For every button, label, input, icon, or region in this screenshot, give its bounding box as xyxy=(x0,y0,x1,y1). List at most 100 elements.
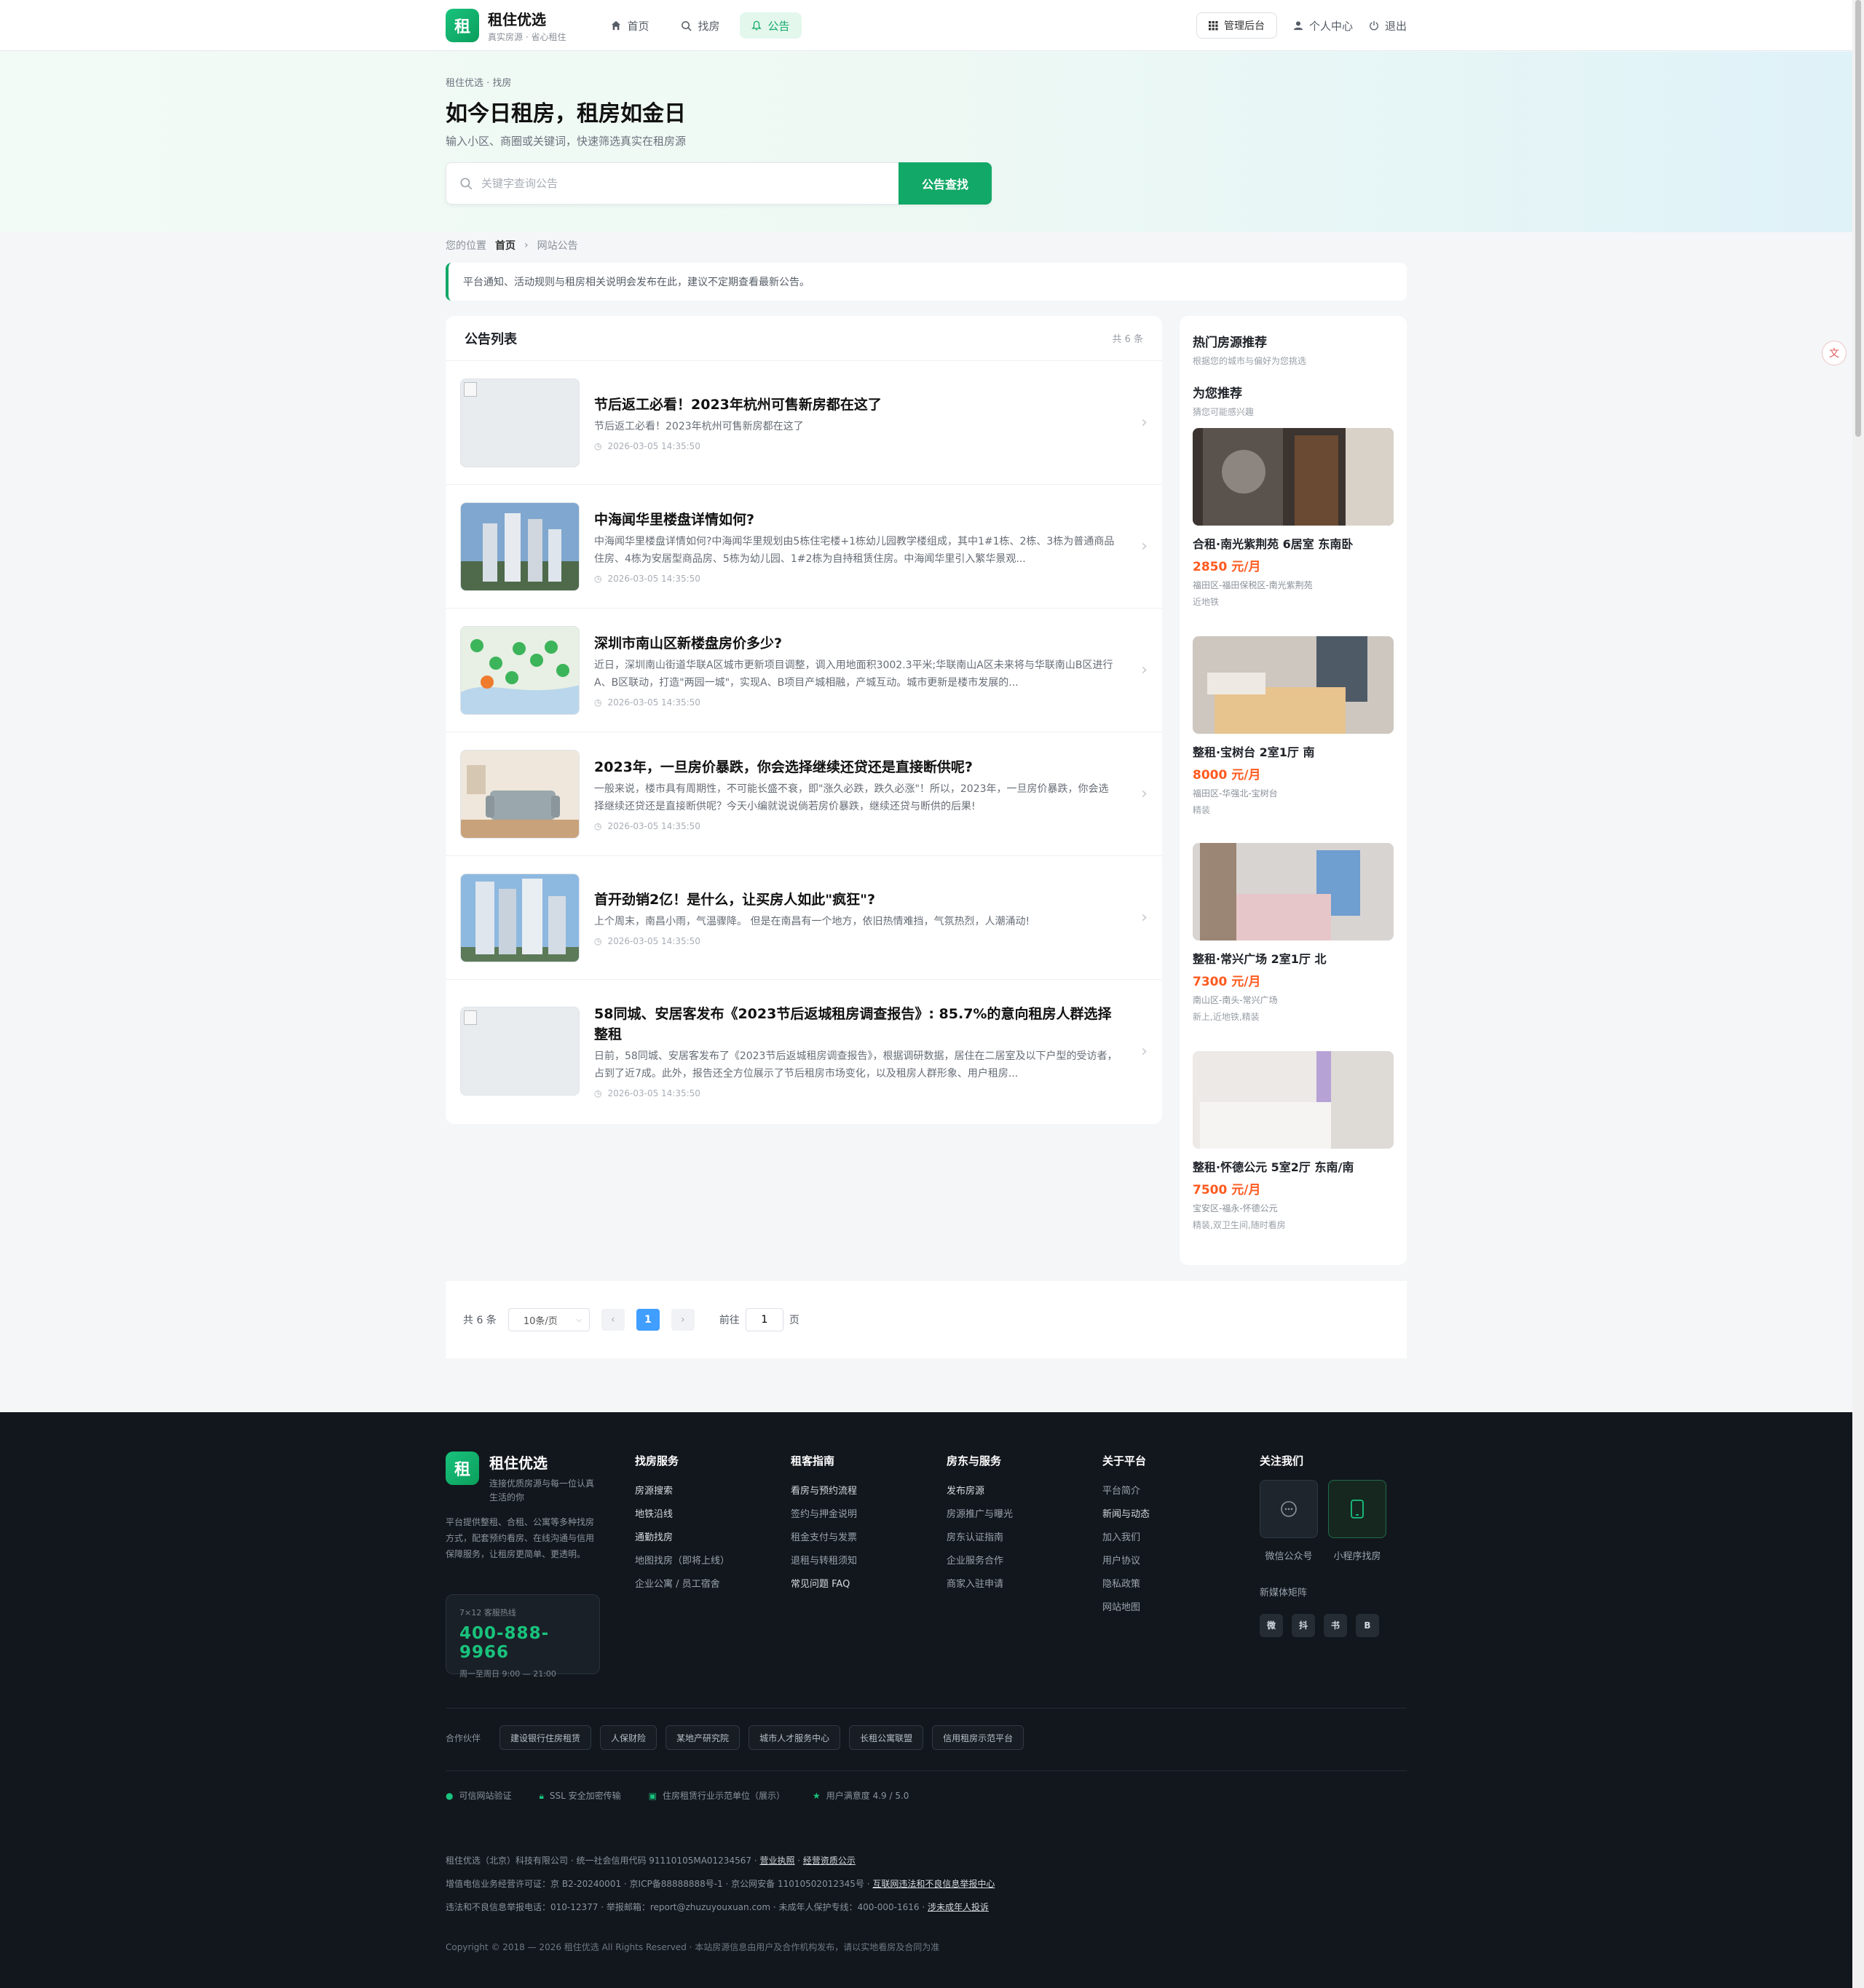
footer-link[interactable]: 看房与预约流程 xyxy=(791,1480,857,1503)
house-tags: 近地铁 xyxy=(1193,597,1220,607)
list-item[interactable]: 首开劲销2亿！是什么，让买房人如此"疯狂"? 上个周末，南昌小雨，气温骤降。 但… xyxy=(446,856,1162,980)
bell-icon xyxy=(751,20,762,30)
page-1-button[interactable]: 1 xyxy=(636,1309,660,1331)
news-time: ◷ 2026-03-05 14:35:50 xyxy=(594,697,1118,708)
building-photo-thumbnail xyxy=(460,502,580,591)
footer-link[interactable]: 网站地图 xyxy=(1102,1596,1150,1620)
qr-label: 小程序找房 xyxy=(1333,1551,1381,1562)
partner-chip[interactable]: 人保财险 xyxy=(600,1725,657,1750)
footer-link[interactable]: 房东认证指南 xyxy=(947,1526,1013,1550)
news-title: 中海闻华里楼盘详情如何? xyxy=(594,511,755,528)
trust-badges: ● 可信网站验证 🔒︎ SSL 安全加密传输 ▣ 住房租赁行业示范单位（展示） ★ 用户… xyxy=(446,1789,909,1802)
nav-find[interactable]: 找房 xyxy=(669,12,731,39)
next-page-button[interactable]: › xyxy=(671,1309,695,1331)
badge-text: 可信网站验证 xyxy=(459,1791,512,1801)
footer-link[interactable]: 用户协议 xyxy=(1102,1550,1150,1573)
footer-link[interactable]: 通勤找房 xyxy=(635,1526,730,1550)
footer-intro: 平台提供整租、合租、公寓等多种找房方式，配套预约看房、在线沟通与信用保障服务，让… xyxy=(446,1517,595,1559)
footer-link[interactable]: 平台简介 xyxy=(1102,1480,1150,1503)
hotline-number[interactable]: 400-888-9966 xyxy=(459,1624,586,1662)
list-item[interactable]: 深圳市南山区新楼盘房价多少? 近日，深圳南山街道华联A区城市更新项目调整，调入用… xyxy=(446,609,1162,732)
brand[interactable]: 租住优选 真实房源 · 省心租住 xyxy=(488,8,566,43)
translate-icon[interactable]: 文 xyxy=(1822,341,1847,365)
partner-chip[interactable]: 城市人才服务中心 xyxy=(749,1725,841,1750)
admin-button[interactable]: 管理后台 xyxy=(1196,12,1277,39)
miniprogram-qr[interactable]: 小程序找房 xyxy=(1328,1480,1386,1569)
license-link[interactable]: 营业执照 xyxy=(759,1856,794,1866)
search-field[interactable] xyxy=(446,162,899,205)
footer-link[interactable]: 签约与押金说明 xyxy=(791,1503,857,1526)
wechat-qr[interactable]: 微信公众号 xyxy=(1260,1480,1318,1569)
footer-link[interactable]: 地铁沿线 xyxy=(635,1503,730,1526)
footer-link[interactable]: 租金支付与发票 xyxy=(791,1526,857,1550)
search-input[interactable] xyxy=(481,177,860,190)
footer-link[interactable]: 企业公寓 / 员工宿舍 xyxy=(635,1573,730,1596)
lock-icon: 🔒︎ xyxy=(539,1791,544,1801)
house-card[interactable]: 整租·常兴广场 2室1厅 北 7300 元/月 南山区-南头-常兴广场 新上,近… xyxy=(1193,843,1394,1023)
house-price: 7300 元/月 xyxy=(1193,975,1261,989)
house-card[interactable]: 合租·南光紫荆苑 6居室 东南卧 2850 元/月 福田区-福田保税区-南光紫荆… xyxy=(1193,428,1394,608)
footer-link[interactable]: 企业服务合作 xyxy=(947,1550,1013,1573)
footer-link[interactable]: 地图找房（即将上线） xyxy=(635,1550,730,1573)
qualification-link[interactable]: 经营资质公示 xyxy=(803,1856,856,1866)
footer: 租 租住优选 连接优质房源与每一位认真生活的你 平台提供整租、合租、公寓等多种找… xyxy=(0,1412,1852,1988)
house-price: 2850 元/月 xyxy=(1193,560,1261,574)
announcement-list: 公告列表 共 6 条 节后返工必看！2023年杭州可售新房都在这了 节后返工必看… xyxy=(446,316,1162,1124)
weibo-icon[interactable]: 微 xyxy=(1260,1614,1283,1637)
bilibili-icon[interactable]: B xyxy=(1356,1614,1379,1637)
report-center-link[interactable]: 互联网违法和不良信息举报中心 xyxy=(872,1879,995,1889)
partner-chip[interactable]: 长租公寓联盟 xyxy=(849,1725,924,1750)
map-thumbnail xyxy=(460,625,580,715)
partner-chip[interactable]: 某地产研究院 xyxy=(666,1725,741,1750)
footer-link[interactable]: 退租与转租须知 xyxy=(791,1550,857,1573)
footer-link[interactable]: 加入我们 xyxy=(1102,1526,1150,1550)
footer-logo[interactable]: 租 租住优选 连接优质房源与每一位认真生活的你 xyxy=(446,1452,599,1505)
list-item[interactable]: 2023年，一旦房价暴跌，你会选择继续还贷还是直接断供呢? 一般来说，楼市具有周… xyxy=(446,732,1162,856)
xiaohongshu-icon[interactable]: 书 xyxy=(1324,1614,1347,1637)
partner-chip[interactable]: 建设银行住房租赁 xyxy=(499,1725,592,1750)
footer-link[interactable]: 房源搜索 xyxy=(635,1480,730,1503)
partner-chip[interactable]: 信用租房示范平台 xyxy=(932,1725,1024,1750)
broken-image-thumbnail xyxy=(460,378,580,467)
search-icon xyxy=(682,20,692,31)
footer-link[interactable]: 发布房源 xyxy=(947,1480,1013,1503)
douyin-icon[interactable]: 抖 xyxy=(1292,1614,1315,1637)
page-size-select[interactable]: 10条/页 ⌵ xyxy=(508,1308,590,1331)
goto-input[interactable] xyxy=(745,1308,783,1331)
minor-complaint-link[interactable]: 涉未成年人投诉 xyxy=(928,1902,989,1912)
badge-text: 住房租赁行业示范单位（展示） xyxy=(662,1791,785,1801)
nav-announcement[interactable]: 公告 xyxy=(740,12,802,39)
breadcrumb-home[interactable]: 首页 xyxy=(495,238,516,253)
nav-find-label: 找房 xyxy=(698,19,720,33)
house-card[interactable]: 整租·宝树台 2室1厅 南 8000 元/月 福田区-华强北-宝树台 精装 xyxy=(1193,636,1394,816)
nav-home[interactable]: 首页 xyxy=(599,12,660,39)
house-tags: 精装 xyxy=(1193,805,1211,815)
news-title: 节后返工必看！2023年杭州可售新房都在这了 xyxy=(594,396,882,413)
list-item[interactable]: 节后返工必看！2023年杭州可售新房都在这了 节后返工必看！2023年杭州可售新… xyxy=(446,361,1162,485)
house-card[interactable]: 整租·怀德公元 5室2厅 东南/南 7500 元/月 宝安区-福永-怀德公元 精… xyxy=(1193,1051,1394,1231)
list-item[interactable]: 中海闻华里楼盘详情如何? 中海闻华里楼盘详情如何?中海闻华里规划由5栋住宅楼+1… xyxy=(446,485,1162,609)
medal-icon: ▣ xyxy=(648,1791,657,1801)
search-button[interactable]: 公告查找 xyxy=(899,162,992,205)
prev-page-button[interactable]: ‹ xyxy=(601,1309,625,1331)
page-size-value: 10条/页 xyxy=(523,1315,558,1327)
footer-link[interactable]: 新闻与动态 xyxy=(1102,1503,1150,1526)
list-item[interactable]: 58同城、安居客发布《2023节后返城租房调查报告》: 85.7%的意向租房人群… xyxy=(446,980,1162,1122)
profile-link[interactable]: 个人中心 xyxy=(1293,18,1353,33)
footer-link[interactable]: 常见问题 FAQ xyxy=(791,1573,857,1596)
search-icon xyxy=(460,178,473,190)
logo[interactable]: 租 xyxy=(446,9,479,42)
scrollbar-thumb[interactable] xyxy=(1855,0,1861,437)
footer-link[interactable]: 商家入驻申请 xyxy=(947,1573,1013,1596)
hotline-hours: 周一至周日 9:00 — 21:00 xyxy=(459,1669,556,1679)
footer-divider xyxy=(446,1770,1407,1771)
logout-link[interactable]: 退出 xyxy=(1369,18,1407,33)
tower-photo-thumbnail xyxy=(460,873,580,962)
phone-icon xyxy=(1328,1480,1386,1538)
news-desc: 中海闻华里楼盘详情如何?中海闻华里规划由5栋住宅楼+1栋幼儿园教学楼组成，其中1… xyxy=(594,535,1115,565)
partners: 合作伙伴 建设银行住房租赁 人保财险 某地产研究院 城市人才服务中心 长租公寓联… xyxy=(446,1725,1024,1750)
news-desc: 一般来说，楼市具有周期性，不可能长盛不衰，即"涨久必跌，跌久必涨"！所以，202… xyxy=(594,783,1109,812)
footer-link[interactable]: 房源推广与曝光 xyxy=(947,1503,1013,1526)
footer-link[interactable]: 隐私政策 xyxy=(1102,1573,1150,1596)
scrollbar[interactable] xyxy=(1852,0,1864,1988)
